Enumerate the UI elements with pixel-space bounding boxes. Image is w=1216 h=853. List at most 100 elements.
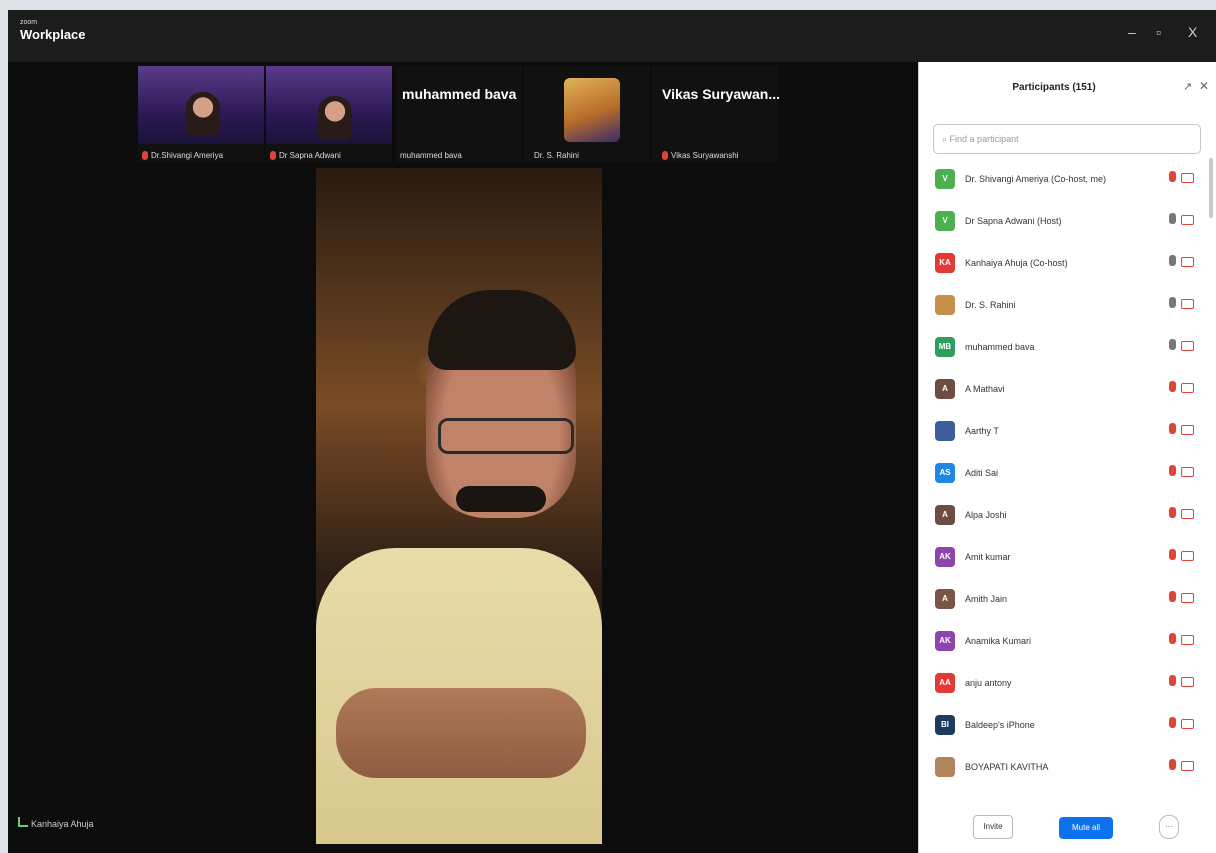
camera-off-icon[interactable] bbox=[1181, 257, 1194, 267]
participant-row[interactable]: Dr. S. Rahini bbox=[919, 292, 1216, 322]
participant-name: Dr. Shivangi Ameriya (Co-host, me) bbox=[965, 174, 1107, 184]
camera-off-icon[interactable] bbox=[1181, 383, 1194, 393]
camera-off-icon[interactable] bbox=[1181, 551, 1194, 561]
thumbnail-display-name: Vikas Suryawan... bbox=[662, 86, 781, 102]
video-content bbox=[428, 290, 576, 370]
participant-row[interactable]: V Dr. Shivangi Ameriya (Co-host, me) bbox=[919, 166, 1216, 196]
participant-row[interactable]: AS Aditi Sai bbox=[919, 460, 1216, 490]
mic-muted-icon[interactable] bbox=[1169, 507, 1176, 518]
avatar: A bbox=[935, 505, 955, 525]
mic-icon[interactable] bbox=[1169, 339, 1176, 350]
mic-muted-icon[interactable] bbox=[1169, 675, 1176, 686]
close-button[interactable]: X bbox=[1188, 24, 1197, 40]
thumbnail-label: Vikas Suryawanshi bbox=[671, 150, 739, 160]
mic-muted-icon bbox=[142, 151, 148, 160]
camera-off-icon[interactable] bbox=[1181, 635, 1194, 645]
camera-off-icon[interactable] bbox=[1181, 467, 1194, 477]
participant-row[interactable]: AK Anamika Kumari bbox=[919, 628, 1216, 658]
mic-muted-icon[interactable] bbox=[1169, 717, 1176, 728]
participant-name: Kanhaiya Ahuja (Co-host) bbox=[965, 258, 1068, 268]
participant-row[interactable]: V Dr Sapna Adwani (Host) bbox=[919, 208, 1216, 238]
participant-row[interactable]: BI Baldeep's iPhone bbox=[919, 712, 1216, 742]
mic-muted-icon[interactable] bbox=[1169, 423, 1176, 434]
avatar: V bbox=[935, 211, 955, 231]
camera-off-icon[interactable] bbox=[1181, 341, 1194, 351]
mic-muted-icon[interactable] bbox=[1169, 171, 1176, 182]
thumbnail-shivangi[interactable]: Dr.Shivangi Ameriya bbox=[138, 66, 264, 162]
participant-row[interactable]: MB muhammed bava bbox=[919, 334, 1216, 364]
participant-face bbox=[186, 92, 220, 136]
mic-muted-icon bbox=[662, 151, 668, 160]
app-brand: zoom Workplace bbox=[20, 18, 86, 43]
mic-icon[interactable] bbox=[1169, 255, 1176, 266]
thumbnail-sapna[interactable]: Dr Sapna Adwani bbox=[266, 66, 392, 162]
popout-icon[interactable]: ↗ bbox=[1183, 80, 1192, 93]
participant-row[interactable]: A Alpa Joshi bbox=[919, 502, 1216, 532]
camera-off-icon[interactable] bbox=[1181, 299, 1194, 309]
participant-row[interactable]: Aarthy T bbox=[919, 418, 1216, 448]
participant-face bbox=[318, 96, 352, 140]
minimize-button[interactable]: – bbox=[1128, 24, 1136, 40]
participant-name: A Mathavi bbox=[965, 384, 1005, 394]
avatar: A bbox=[935, 589, 955, 609]
participant-row[interactable]: BOYAPATI KAVITHA bbox=[919, 754, 1216, 784]
mic-muted-icon[interactable] bbox=[1169, 549, 1176, 560]
participant-name: Dr Sapna Adwani (Host) bbox=[965, 216, 1062, 226]
participant-row[interactable]: A A Mathavi bbox=[919, 376, 1216, 406]
camera-off-icon[interactable] bbox=[1181, 761, 1194, 771]
avatar: AK bbox=[935, 631, 955, 651]
camera-off-icon[interactable] bbox=[1181, 719, 1194, 729]
participant-name: Amit kumar bbox=[965, 552, 1011, 562]
brand-small: zoom bbox=[20, 19, 38, 26]
avatar bbox=[935, 295, 955, 315]
participant-name: Aditi Sai bbox=[965, 468, 999, 478]
thumbnail-label: muhammed bava bbox=[400, 151, 462, 160]
mic-muted-icon[interactable] bbox=[1169, 633, 1176, 644]
participant-search-input[interactable]: ⌕ Find a participant bbox=[933, 124, 1201, 154]
thumbnail-rahini[interactable]: Dr. S. Rahini bbox=[524, 66, 650, 162]
camera-off-icon[interactable] bbox=[1181, 593, 1194, 603]
avatar: AS bbox=[935, 463, 955, 483]
participant-name: Baldeep's iPhone bbox=[965, 720, 1035, 730]
maximize-button[interactable]: ▫ bbox=[1156, 24, 1161, 40]
mic-muted-icon[interactable] bbox=[1169, 759, 1176, 770]
participant-name: Dr. S. Rahini bbox=[965, 300, 1016, 310]
avatar: KA bbox=[935, 253, 955, 273]
mic-icon[interactable] bbox=[1169, 297, 1176, 308]
thumbnail-vikas[interactable]: Vikas Suryawan... Vikas Suryawanshi bbox=[652, 66, 781, 162]
participant-row[interactable]: AK Amit kumar bbox=[919, 544, 1216, 574]
participant-row[interactable]: AA anju antony bbox=[919, 670, 1216, 700]
avatar: AA bbox=[935, 673, 955, 693]
mic-muted-icon[interactable] bbox=[1169, 381, 1176, 392]
camera-off-icon[interactable] bbox=[1181, 509, 1194, 519]
avatar: BI bbox=[935, 715, 955, 735]
avatar bbox=[935, 421, 955, 441]
participant-name: Amith Jain bbox=[965, 594, 1008, 604]
thumbnail-label: Dr. S. Rahini bbox=[534, 151, 579, 160]
mic-muted-icon[interactable] bbox=[1169, 591, 1176, 602]
thumbnail-label: Dr Sapna Adwani bbox=[279, 150, 341, 160]
avatar bbox=[935, 757, 955, 777]
participant-row[interactable]: KA Kanhaiya Ahuja (Co-host) bbox=[919, 250, 1216, 280]
video-content bbox=[336, 688, 586, 778]
participant-name: BOYAPATI KAVITHA bbox=[965, 762, 1049, 772]
camera-off-icon[interactable] bbox=[1181, 215, 1194, 225]
camera-off-icon[interactable] bbox=[1181, 173, 1194, 183]
mic-muted-icon[interactable] bbox=[1169, 465, 1176, 476]
active-speaker-label: Kanhaiya Ahuja bbox=[18, 817, 94, 829]
participant-row[interactable]: A Amith Jain bbox=[919, 586, 1216, 616]
thumbnail-muhammed[interactable]: muhammed bava muhammed bava bbox=[396, 66, 522, 162]
close-panel-icon[interactable]: ✕ bbox=[1199, 79, 1209, 93]
avatar: MB bbox=[935, 337, 955, 357]
more-options-button[interactable]: ··· bbox=[1159, 815, 1179, 839]
avatar: V bbox=[935, 169, 955, 189]
mute-all-button[interactable]: Mute all bbox=[1059, 817, 1113, 839]
participant-name: Alpa Joshi bbox=[965, 510, 1007, 520]
camera-off-icon[interactable] bbox=[1181, 425, 1194, 435]
mic-icon[interactable] bbox=[1169, 213, 1176, 224]
video-content bbox=[438, 418, 574, 454]
brand-title: Workplace bbox=[20, 27, 86, 42]
invite-button[interactable]: Invite bbox=[973, 815, 1013, 839]
participant-name: anju antony bbox=[965, 678, 1012, 688]
camera-off-icon[interactable] bbox=[1181, 677, 1194, 687]
